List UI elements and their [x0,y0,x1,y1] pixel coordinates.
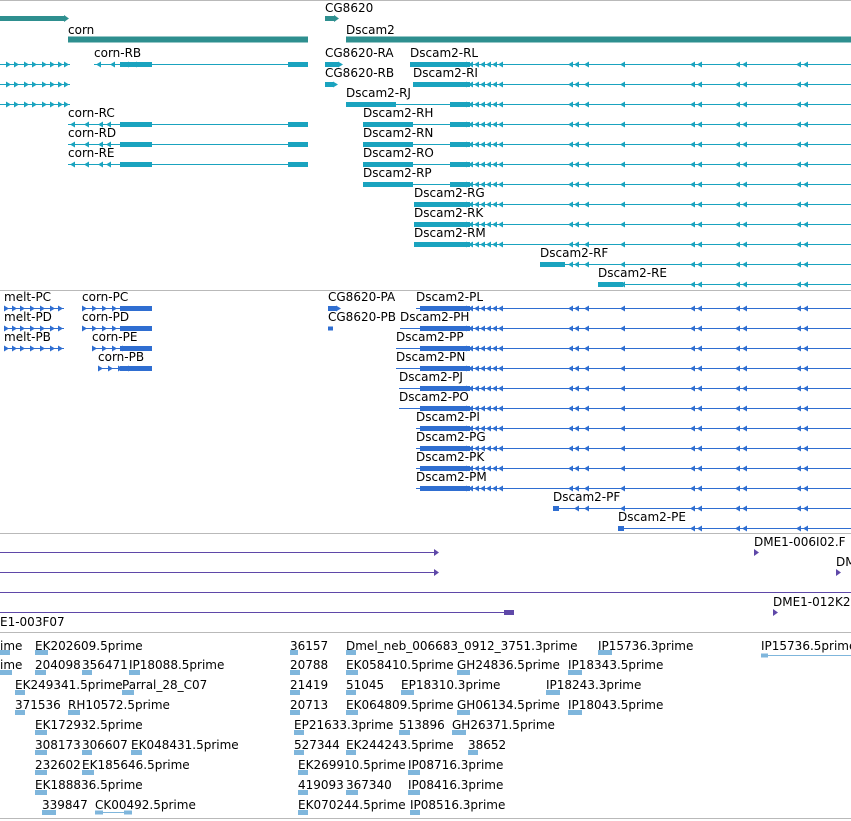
est-label[interactable]: EK269910.5prime [298,758,406,772]
est-label[interactable]: 38652 [468,738,506,752]
transcript-label-dscam2-rk[interactable]: Dscam2-RK [414,206,483,220]
transcript-label-dscam2-rh[interactable]: Dscam2-RH [363,106,433,120]
est-label[interactable]: IP18343.5prime [568,658,663,672]
transcript-label-cg8620-ra[interactable]: CG8620-RA [325,46,394,60]
transcript-label-dscam2-rg[interactable]: Dscam2-RG [414,186,485,200]
transcript-label-dscam2-ri[interactable]: Dscam2-RI [413,66,478,80]
transcript-label-dscam2-ro[interactable]: Dscam2-RO [363,146,434,160]
est-label[interactable]: EK172932.5prime [35,718,143,732]
transcript-label-dscam2-rf[interactable]: Dscam2-RF [540,246,608,260]
est-label[interactable]: 36157 [290,639,328,653]
est-label[interactable]: EP18310.3prime [401,678,500,692]
est-label[interactable]: IP18243.3prime [546,678,641,692]
protein-label-melt-pc[interactable]: melt-PC [4,290,51,304]
est-label[interactable]: IP15736.3prime [598,639,693,653]
transcript-label-dscam2-rp[interactable]: Dscam2-RP [363,166,432,180]
est-label[interactable]: 513896 [399,718,445,732]
transcript-label-corn-rd[interactable]: corn-RD [68,126,116,140]
est-label[interactable]: EK202609.5prime [35,639,143,653]
est-label[interactable]: EK070244.5prime [298,798,406,812]
protein-label-dscam2-pi[interactable]: Dscam2-PI [416,410,480,424]
clone-label-dme1-012k[interactable]: DME1-012K2 [773,595,851,609]
protein-label-corn-pc[interactable]: corn-PC [82,290,128,304]
protein-label-dscam2-ph[interactable]: Dscam2-PH [400,310,469,324]
protein-label-dscam2-pm[interactable]: Dscam2-PM [416,470,487,484]
est-label[interactable]: 419093 [298,778,344,792]
est-label[interactable]: 51045 [346,678,384,692]
est-label[interactable]: IP15736.5prime [761,639,851,653]
est-label[interactable]: 20788 [290,658,328,672]
est-label[interactable]: GH26371.5prime [452,718,555,732]
protein-label-dscam2-po[interactable]: Dscam2-PO [399,390,469,404]
gene-label-cg8620[interactable]: CG8620 [325,1,373,15]
est-label[interactable]: 367340 [346,778,392,792]
transcript-label-dscam2-rl[interactable]: Dscam2-RL [410,46,478,60]
est-label[interactable]: IP18043.5prime [568,698,663,712]
clone-label-dm[interactable]: DM [836,555,851,569]
est-label[interactable]: GH24836.5prime [457,658,560,672]
est-label[interactable]: 204098 [35,658,81,672]
protein-label-dscam2-pl[interactable]: Dscam2-PL [416,290,483,304]
est-label[interactable]: 21419 [290,678,328,692]
protein-label-dscam2-pj[interactable]: Dscam2-PJ [399,370,463,384]
est-label[interactable]: EK048431.5prime [131,738,239,752]
transcript-label-corn-re[interactable]: corn-RE [68,146,115,160]
protein-label-corn-pb[interactable]: corn-PB [98,350,144,364]
est-label[interactable]: 527344 [294,738,340,752]
gene-label-dscam2[interactable]: Dscam2 [346,23,395,37]
transcript-label-dscam2-rj[interactable]: Dscam2-RJ [346,86,411,100]
protein-label-melt-pd[interactable]: melt-PD [4,310,52,324]
est-label[interactable]: EK064809.5prime [346,698,454,712]
est-label[interactable]: Dmel_neb_006683_0912_3751.3prime [346,639,578,653]
gene-label-corn[interactable]: corn [68,23,94,37]
protein-label-melt-pb[interactable]: melt-PB [4,330,51,344]
est-label[interactable]: 232602 [35,758,81,772]
protein-label-dscam2-pe[interactable]: Dscam2-PE [618,510,686,524]
est-label[interactable]: 308173 [35,738,81,752]
est-label[interactable]: 371536 [15,698,61,712]
est-label[interactable]: EK188836.5prime [35,778,143,792]
est-label[interactable]: ime [0,658,22,672]
est-label[interactable]: 306607 [82,738,128,752]
est-label[interactable]: 20713 [290,698,328,712]
est-label[interactable]: EK185646.5prime [82,758,190,772]
est-label[interactable]: EK058410.5prime [346,658,454,672]
est-label[interactable]: GH06134.5prime [457,698,560,712]
protein-label-dscam2-pk[interactable]: Dscam2-PK [416,450,484,464]
transcript-label-corn-rb[interactable]: corn-RB [94,46,141,60]
est-label[interactable]: Parral_28_C07 [122,678,207,692]
est-label[interactable]: EP21633.3prime [294,718,393,732]
est-label[interactable]: IP18088.5prime [129,658,224,672]
protein-label-dscam2-pn[interactable]: Dscam2-PN [396,350,465,364]
transcript-label-dscam2-re[interactable]: Dscam2-RE [598,266,667,280]
transcript-label-corn-rc[interactable]: corn-RC [68,106,115,120]
transcript-label-dscam2-rm[interactable]: Dscam2-RM [414,226,486,240]
transcript-label-cg8620-rb[interactable]: CG8620-RB [325,66,394,80]
est-label[interactable]: 339847 [42,798,88,812]
est-label[interactable]: RH10572.5prime [68,698,170,712]
est-label[interactable]: IP08516.3prime [410,798,505,812]
protein-label-cg8620-pb[interactable]: CG8620-PB [328,310,396,324]
est-label[interactable]: IP08416.3prime [408,778,503,792]
est-label[interactable]: EK249341.5prime [15,678,123,692]
protein-label-dscam2-pp[interactable]: Dscam2-PP [396,330,464,344]
est-label[interactable]: ime [0,639,22,653]
transcript-label-dscam2-rn[interactable]: Dscam2-RN [363,126,433,140]
protein-label-dscam2-pg[interactable]: Dscam2-PG [416,430,486,444]
protein-label-dscam2-pf[interactable]: Dscam2-PF [553,490,620,504]
est-label[interactable]: CK00492.5prime [95,798,196,812]
est-label[interactable]: 356471 [82,658,128,672]
clone-label-dme1-003f07[interactable]: E1-003F07 [0,615,65,629]
clone-label-dme1-006i02[interactable]: DME1-006I02.F [754,535,846,549]
protein-label-corn-pd[interactable]: corn-PD [82,310,129,324]
protein-label-cg8620-pa[interactable]: CG8620-PA [328,290,395,304]
protein-label-corn-pe[interactable]: corn-PE [92,330,137,344]
est-label[interactable]: IP08716.3prime [408,758,503,772]
est-label[interactable]: EK244243.5prime [346,738,454,752]
